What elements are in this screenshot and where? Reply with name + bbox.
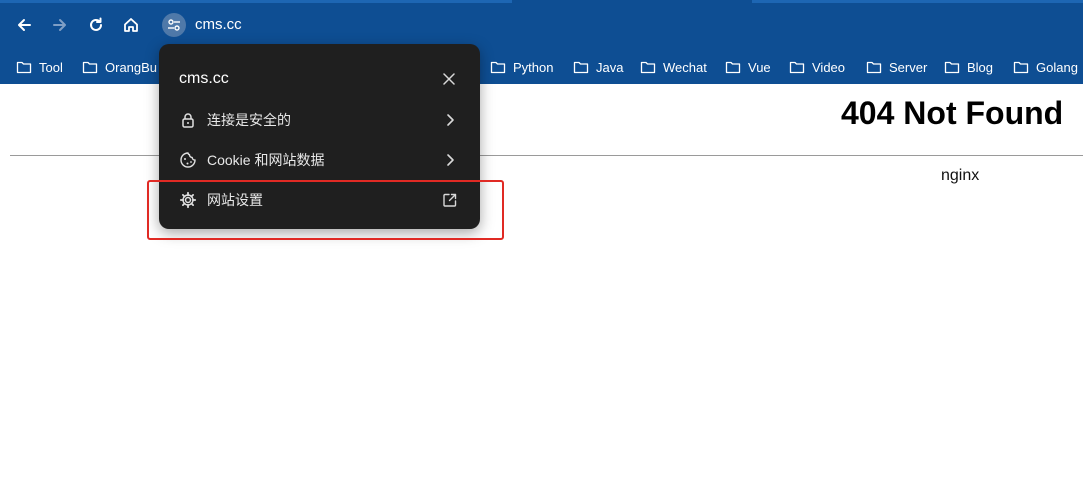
bookmark-label: Vue: [748, 59, 771, 75]
bookmark-label: Python: [513, 59, 554, 75]
lock-icon: [182, 113, 194, 128]
tab-strip-edge: [0, 0, 512, 3]
bookmark-label: Server: [889, 59, 928, 75]
tab-strip-edge: [752, 0, 1083, 3]
bookmark-label: Java: [596, 59, 624, 75]
annotation-highlight-box: [147, 180, 504, 240]
page-title: 404 Not Found: [841, 95, 1064, 131]
folder-icon: [789, 61, 805, 74]
connection-secure-label: 连接是安全的: [207, 112, 291, 128]
arrow-right-icon: [53, 19, 66, 31]
chevron-right-icon: [447, 154, 454, 166]
bookmark-folder-orangbu[interactable]: OrangBu: [82, 55, 157, 79]
bookmark-label: Tool: [39, 59, 63, 75]
bookmark-folder-golang[interactable]: Golang: [1013, 55, 1078, 79]
bookmark-folder-python[interactable]: Python: [490, 55, 553, 79]
tune-icon: [168, 19, 180, 31]
bookmark-folder-video[interactable]: Video: [789, 55, 845, 79]
cookie-site-data-label: Cookie 和网站数据: [207, 152, 325, 168]
address-bar-url[interactable]: cms.cc: [195, 16, 242, 34]
reload-button[interactable]: [85, 14, 107, 36]
bookmark-folder-server[interactable]: Server: [866, 55, 927, 79]
back-button[interactable]: [13, 14, 35, 36]
bookmark-folder-vue[interactable]: Vue: [725, 55, 771, 79]
folder-icon: [573, 61, 589, 74]
forward-button[interactable]: [49, 14, 71, 36]
arrow-left-icon: [18, 19, 31, 31]
bookmark-folder-java[interactable]: Java: [573, 55, 623, 79]
cookie-icon: [180, 152, 196, 168]
home-icon: [124, 18, 138, 32]
site-info-button[interactable]: [162, 13, 186, 37]
browser-toolbar: cms.cc: [0, 0, 1083, 50]
reload-icon: [90, 17, 102, 31]
home-button[interactable]: [120, 14, 142, 36]
folder-icon: [866, 61, 882, 74]
bookmark-label: OrangBu: [105, 59, 158, 75]
folder-icon: [725, 61, 741, 74]
bookmark-folder-tool[interactable]: Tool: [16, 55, 63, 79]
server-name: nginx: [941, 167, 980, 184]
folder-icon: [490, 61, 506, 74]
bookmark-label: Wechat: [663, 59, 707, 75]
bookmark-label: Blog: [967, 59, 994, 75]
folder-icon: [640, 61, 656, 74]
connection-secure-item[interactable]: 连接是安全的: [159, 102, 480, 138]
folder-icon: [1013, 61, 1029, 74]
chevron-right-icon: [447, 114, 454, 126]
bookmark-folder-blog[interactable]: Blog: [944, 55, 993, 79]
bookmark-label: Golang: [1036, 59, 1078, 75]
folder-icon: [16, 61, 32, 74]
popup-close-button[interactable]: [439, 69, 459, 89]
cookie-site-data-item[interactable]: Cookie 和网站数据: [159, 142, 480, 178]
popup-host: cms.cc: [179, 70, 229, 87]
folder-icon: [944, 61, 960, 74]
bookmark-label: Video: [812, 59, 846, 75]
bookmark-folder-wechat[interactable]: Wechat: [640, 55, 707, 79]
folder-icon: [82, 61, 98, 74]
close-icon: [443, 73, 455, 85]
